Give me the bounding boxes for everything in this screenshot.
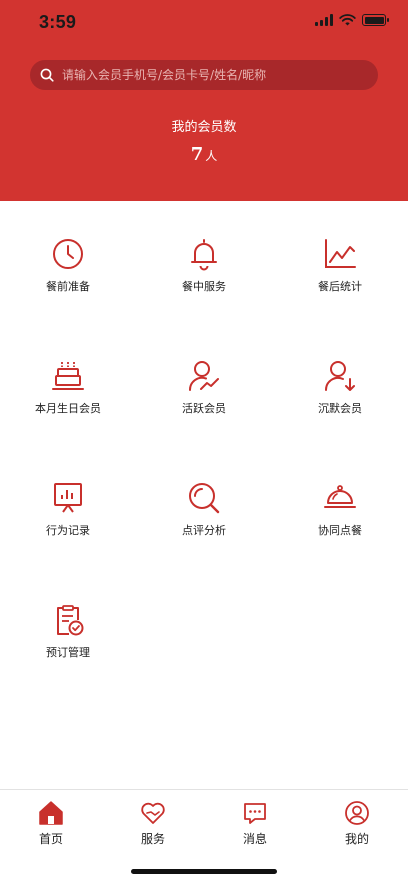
grid-item-label: 餐中服务 bbox=[182, 280, 226, 293]
grid-item-label: 点评分析 bbox=[182, 524, 226, 537]
grid-item-silent-members[interactable]: 沉默会员 bbox=[272, 323, 408, 445]
member-count-value: 7 bbox=[190, 144, 204, 165]
battery-level bbox=[364, 16, 384, 24]
grid-item-label: 本月生日会员 bbox=[35, 402, 101, 415]
tab-home[interactable]: 首页 bbox=[0, 798, 102, 848]
tab-service[interactable]: 服务 bbox=[102, 798, 204, 848]
grid-item-pre-meal[interactable]: 餐前准备 bbox=[0, 201, 136, 323]
grid-item-group-ordering[interactable]: 协同点餐 bbox=[272, 445, 408, 567]
dish-cover-icon bbox=[324, 485, 356, 508]
tab-label: 首页 bbox=[38, 832, 63, 846]
grid-item-during-meal[interactable]: 餐中服务 bbox=[136, 201, 272, 323]
clipboard-check-icon bbox=[57, 605, 84, 636]
home-icon bbox=[39, 801, 63, 825]
tab-messages[interactable]: 消息 bbox=[204, 798, 306, 848]
tab-mine[interactable]: 我的 bbox=[306, 798, 408, 848]
grid-item-review-analysis[interactable]: 点评分析 bbox=[136, 445, 272, 567]
search-icon bbox=[40, 68, 54, 82]
tab-label: 消息 bbox=[242, 832, 267, 846]
presentation-board-icon bbox=[54, 483, 82, 513]
grid-item-active-members[interactable]: 活跃会员 bbox=[136, 323, 272, 445]
status-time: 3:59 bbox=[39, 12, 77, 32]
status-bar: 3:59 bbox=[0, 0, 408, 44]
grid-item-post-meal[interactable]: 餐后统计 bbox=[272, 201, 408, 323]
cellular-signal-icon bbox=[315, 14, 333, 26]
member-count[interactable]: 7人 bbox=[0, 144, 408, 165]
grid-item-label: 协同点餐 bbox=[318, 524, 362, 537]
member-count-title: 我的会员数 bbox=[171, 120, 237, 135]
grid-item-label: 活跃会员 bbox=[182, 402, 226, 415]
header-banner: 3:59 我的会员数 7人 bbox=[0, 0, 408, 201]
grid-item-label: 餐后统计 bbox=[318, 280, 362, 293]
member-count-unit: 人 bbox=[205, 149, 218, 163]
grid-item-birthday-members[interactable]: 本月生日会员 bbox=[0, 323, 136, 445]
active-user-icon bbox=[188, 361, 219, 391]
wifi-icon bbox=[339, 14, 356, 26]
message-icon bbox=[244, 803, 266, 824]
home-indicator bbox=[131, 869, 277, 874]
grid-item-behavior-records[interactable]: 行为记录 bbox=[0, 445, 136, 567]
battery-icon bbox=[362, 14, 389, 26]
tab-label: 我的 bbox=[344, 832, 369, 846]
search-bar[interactable] bbox=[30, 60, 378, 90]
line-chart-icon bbox=[325, 239, 356, 268]
clock-icon bbox=[53, 239, 83, 269]
silent-user-icon bbox=[324, 361, 355, 391]
grid-item-label: 行为记录 bbox=[46, 524, 90, 537]
user-circle-icon bbox=[345, 801, 369, 825]
tab-label: 服务 bbox=[140, 832, 165, 846]
search-input[interactable] bbox=[62, 60, 378, 90]
bell-icon bbox=[191, 239, 217, 271]
grid-item-reservation-management[interactable]: 预订管理 bbox=[0, 567, 136, 689]
magnifier-icon bbox=[189, 483, 220, 514]
heart-hand-icon bbox=[141, 802, 165, 824]
grid-item-label: 餐前准备 bbox=[46, 280, 90, 293]
status-icons bbox=[315, 14, 389, 26]
birthday-cake-icon bbox=[52, 362, 84, 390]
grid-item-label: 沉默会员 bbox=[318, 402, 362, 415]
grid-item-label: 预订管理 bbox=[46, 646, 90, 659]
